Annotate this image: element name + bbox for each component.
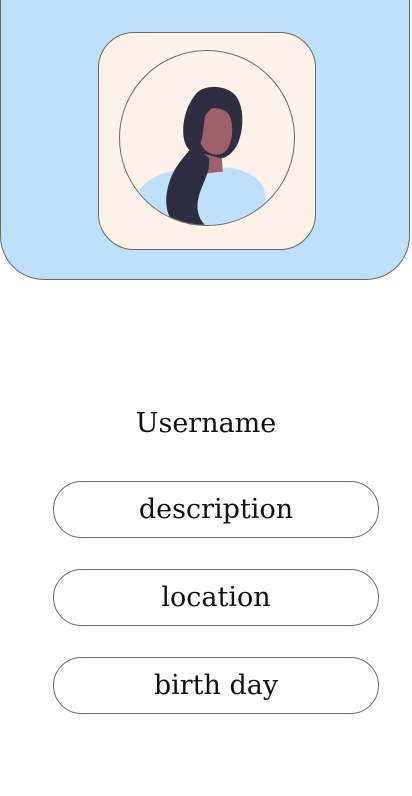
profile-header: [0, 0, 410, 280]
avatar-card[interactable]: [98, 32, 316, 250]
person-avatar-icon: [137, 86, 269, 225]
username-label: Username: [135, 408, 277, 439]
location-field[interactable]: location: [53, 569, 379, 626]
birth-day-field[interactable]: birth day: [53, 657, 379, 714]
avatar[interactable]: [119, 50, 295, 226]
description-field[interactable]: description: [53, 481, 379, 538]
